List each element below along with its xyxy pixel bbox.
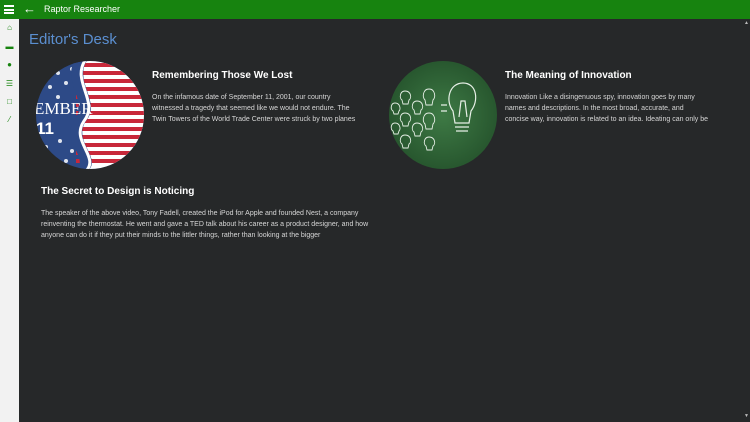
excerpt-line: reinventing the thermostat. He went and … (41, 221, 369, 228)
chalkboard-image (389, 61, 497, 169)
article-excerpt: On the infamous date of September 11, 20… (152, 92, 367, 125)
excerpt-line: Twin Towers of the World Trade Center we… (152, 116, 356, 123)
article-title[interactable]: Remembering Those We Lost (152, 70, 292, 82)
document-icon[interactable]: □ (5, 97, 14, 106)
flag-image-number: 11 (36, 119, 54, 138)
article-image-flag[interactable]: EMBER 11 (36, 61, 144, 169)
nav-rail: ⌂ ▬ ● ☰ □ ⁄ (0, 19, 19, 422)
people-icon[interactable]: ● (5, 60, 14, 69)
app-title: Raptor Researcher (44, 4, 121, 14)
list-icon[interactable]: ☰ (5, 79, 14, 88)
flag-image-text: EMBER (36, 99, 93, 118)
pen-icon[interactable]: ⁄ (5, 115, 14, 124)
title-bar: ← Raptor Researcher (0, 0, 750, 19)
scroll-down-icon[interactable]: ▼ (744, 414, 750, 419)
article-excerpt: The speaker of the above video, Tony Fad… (41, 208, 383, 241)
article-image-lightbulbs[interactable] (389, 61, 497, 169)
excerpt-line: witnessed a tragedy that seemed like we … (152, 105, 350, 112)
article-title[interactable]: The Secret to Design is Noticing (41, 186, 194, 198)
flag-image: EMBER 11 (36, 61, 144, 169)
news-icon[interactable]: ▬ (5, 42, 14, 51)
home-icon[interactable]: ⌂ (5, 23, 14, 32)
scroll-up-icon[interactable]: ▲ (744, 21, 750, 26)
excerpt-line: The speaker of the above video, Tony Fad… (41, 210, 359, 217)
excerpt-line: concise way, innovation is related to an… (505, 116, 708, 123)
excerpt-line: anyone can do it if they put their minds… (41, 232, 321, 239)
article-title[interactable]: The Meaning of Innovation (505, 70, 632, 82)
excerpt-line: On the infamous date of September 11, 20… (152, 94, 331, 101)
article-excerpt: Innovation Like a disingenuous spy, inno… (505, 92, 723, 125)
hamburger-icon[interactable] (4, 5, 14, 14)
page-title: Editor's Desk (29, 31, 117, 48)
excerpt-line: names and descriptions. In the most broa… (505, 105, 684, 112)
back-arrow-icon[interactable]: ← (23, 2, 36, 16)
excerpt-line: Innovation Like a disingenuous spy, inno… (505, 94, 695, 101)
